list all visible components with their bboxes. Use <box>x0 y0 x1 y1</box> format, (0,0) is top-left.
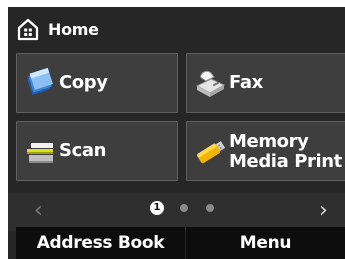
previous-page-button[interactable]: ‹ <box>34 199 43 223</box>
memory-media-print-label: Memory Media Print <box>229 132 345 172</box>
copy-icon <box>27 67 53 95</box>
page-title: Home <box>48 20 99 39</box>
address-book-button[interactable]: Address Book <box>16 227 185 259</box>
menu-button[interactable]: Menu <box>186 227 345 259</box>
page-dot-current[interactable]: 1 <box>150 201 164 215</box>
fax-button[interactable]: Fax <box>186 53 345 113</box>
memory-media-print-label-line2: Media Print <box>229 151 342 172</box>
fax-icon <box>195 70 226 97</box>
scan-label: Scan <box>59 140 106 161</box>
home-icon[interactable] <box>16 17 40 41</box>
scan-icon <box>27 143 53 163</box>
page-dot-3[interactable] <box>206 204 214 212</box>
next-page-button[interactable]: › <box>319 199 328 223</box>
memory-media-print-button[interactable]: Memory Media Print <box>186 121 345 181</box>
fax-label: Fax <box>229 72 263 93</box>
copy-label: Copy <box>59 72 108 93</box>
page-indicator-bar: ‹ 1 › <box>8 193 345 231</box>
copy-button[interactable]: Copy <box>16 53 178 113</box>
scan-button[interactable]: Scan <box>16 121 178 181</box>
page-dot-2[interactable] <box>180 204 188 212</box>
memory-media-print-label-line1: Memory <box>229 131 309 152</box>
home-screen: Home Copy Fax Scan Memory Media Print ‹ … <box>8 7 345 259</box>
memory-media-icon <box>197 141 226 164</box>
header: Home <box>8 7 345 49</box>
